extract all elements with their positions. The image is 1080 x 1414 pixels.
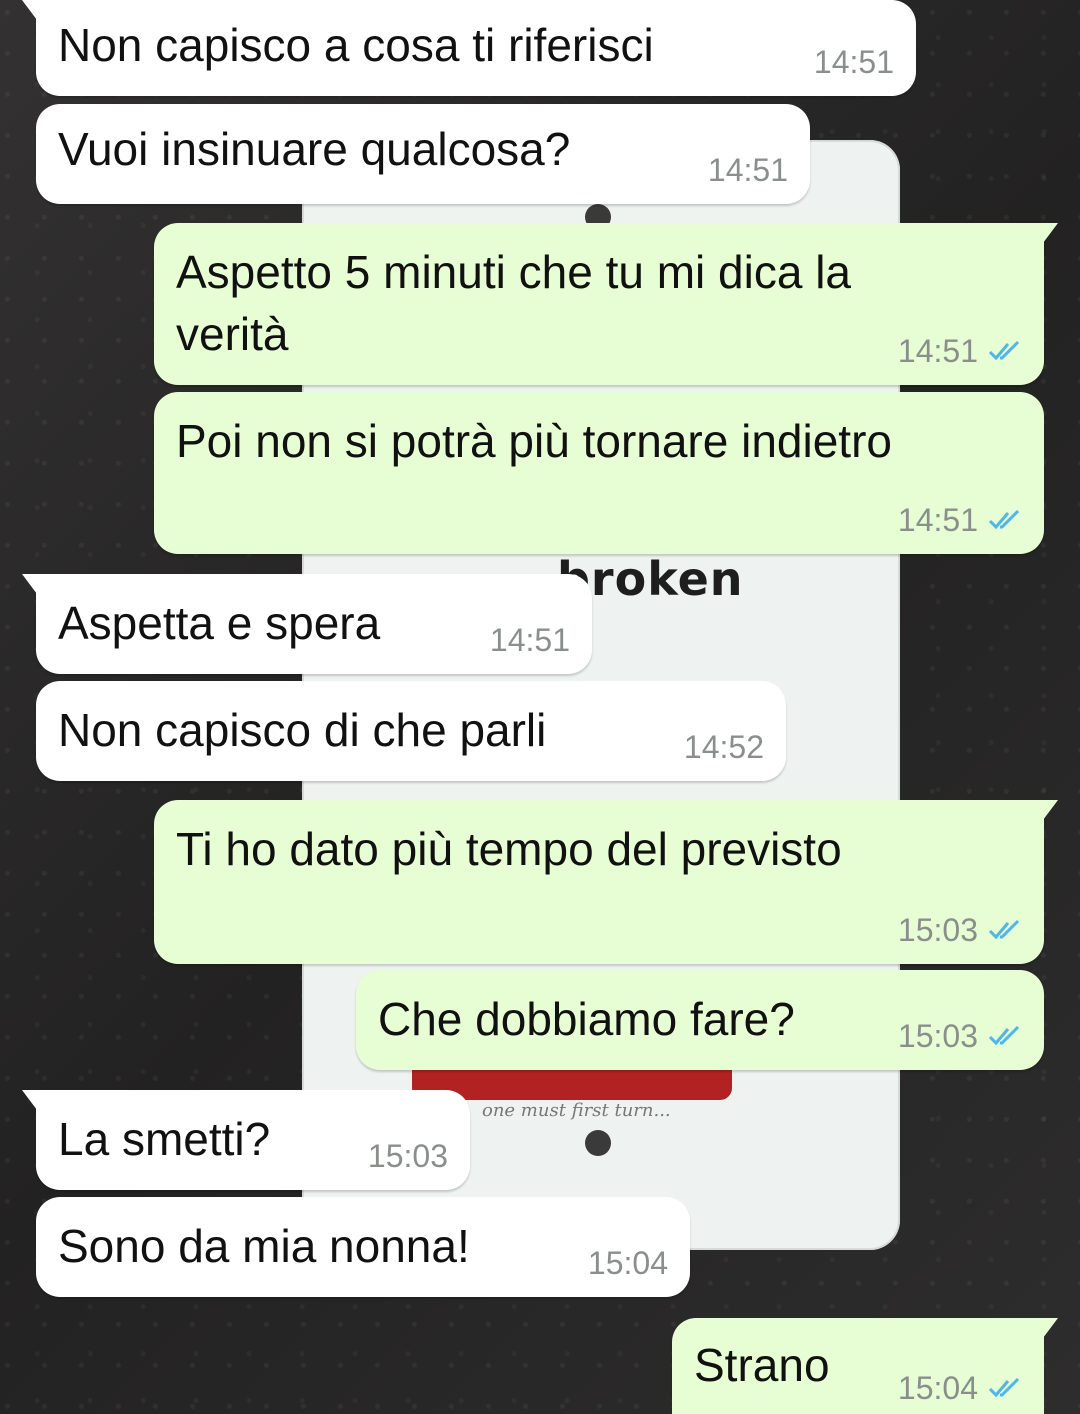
message-text: Poi non si potrà più tornare indietro [176,415,892,467]
sign-scribble: one must first turn... [482,1100,671,1121]
message-bubble-incoming[interactable]: Vuoi insinuare qualcosa? 14:51 [36,104,810,204]
message-meta: 15:03 [898,1016,1022,1056]
message-time: 14:52 [683,729,764,765]
message-meta: 15:04 [588,1243,668,1283]
message-time: 15:03 [897,1018,978,1054]
message-text: Aspetto 5 minuti che tu mi dica la verit… [176,246,851,360]
message-bubble-incoming[interactable]: Aspetta e spera 14:51 [22,574,592,674]
message-bubble-incoming[interactable]: Non capisco a cosa ti riferisci 14:51 [22,0,916,96]
message-meta: 14:51 [898,331,1022,371]
message-text: Vuoi insinuare qualcosa? [58,123,571,175]
message-meta: 14:51 [898,500,1022,540]
message-meta: 15:03 [368,1136,448,1176]
read-receipt-icon [988,1377,1020,1398]
message-time: 15:04 [587,1245,668,1281]
read-receipt-icon [988,509,1020,530]
message-text: Sono da mia nonna! [58,1220,470,1272]
message-time: 14:51 [489,622,570,658]
sign-screw [585,1130,611,1156]
message-meta: 15:04 [898,1368,1022,1408]
message-meta: 14:52 [684,727,764,767]
message-bubble-outgoing[interactable]: Poi non si potrà più tornare indietro 14… [154,392,1044,554]
message-time: 15:03 [367,1138,448,1174]
message-meta: 15:03 [898,910,1022,950]
message-bubble-incoming[interactable]: La smetti? 15:03 [22,1090,470,1190]
message-text: Ti ho dato più tempo del previsto [176,823,842,875]
message-meta: 14:51 [490,620,570,660]
message-time: 14:51 [707,152,788,188]
message-meta: 14:51 [708,150,788,190]
message-text: Non capisco di che parli [58,704,547,756]
message-bubble-incoming[interactable]: Sono da mia nonna! 15:04 [36,1197,690,1297]
message-bubble-outgoing[interactable]: Strano 15:04 [672,1318,1058,1414]
read-receipt-icon [988,919,1020,940]
message-time: 15:03 [897,912,978,948]
message-bubble-outgoing[interactable]: Aspetto 5 minuti che tu mi dica la verit… [154,223,1058,385]
message-text: La smetti? [58,1113,271,1165]
message-meta: 14:51 [814,42,894,82]
message-text: Strano [694,1339,830,1391]
message-text: Non capisco a cosa ti riferisci [58,19,654,71]
message-time: 15:04 [897,1370,978,1406]
message-bubble-incoming[interactable]: Non capisco di che parli 14:52 [36,681,786,781]
message-time: 14:51 [813,44,894,80]
message-text: Che dobbiamo fare? [378,993,795,1045]
message-bubble-outgoing[interactable]: Che dobbiamo fare? 15:03 [356,970,1044,1070]
message-time: 14:51 [897,502,978,538]
read-receipt-icon [988,340,1020,361]
read-receipt-icon [988,1025,1020,1046]
message-text: Aspetta e spera [58,597,381,649]
message-bubble-outgoing[interactable]: Ti ho dato più tempo del previsto 15:03 [154,800,1058,964]
message-time: 14:51 [897,333,978,369]
